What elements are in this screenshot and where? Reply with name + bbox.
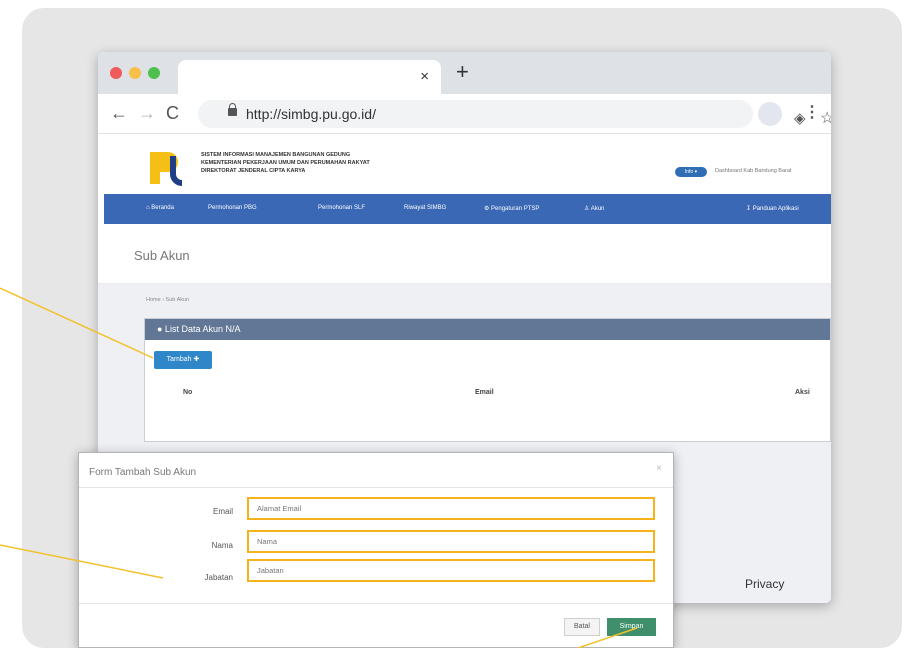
address-bar[interactable]: http://simbg.pu.go.id/ ◈ ☆: [198, 100, 831, 128]
tab-bar: × +: [98, 52, 831, 94]
add-sub-account-button[interactable]: Tambah ✚: [154, 351, 212, 369]
nav-item-panduan[interactable]: ↧ Panduan Aplikasi: [746, 205, 799, 212]
forward-arrow-icon[interactable]: →: [138, 103, 156, 123]
name-label: Nama: [211, 541, 233, 550]
user-label: Dashboard Kab Bandung Barat: [715, 168, 792, 174]
account-list-card: ● List Data Akun N/A Tambah ✚ No Email A…: [144, 318, 831, 442]
new-tab-icon[interactable]: +: [456, 61, 469, 83]
page-subheader: Sub Akun: [98, 224, 831, 284]
table-header: No Email Aksi: [145, 379, 830, 407]
lock-icon: [228, 103, 237, 116]
site-name-line: KEMENTERIAN PEKERJAAN UMUM DAN PERUMAHAN…: [201, 160, 370, 166]
pupr-logo: [150, 152, 182, 186]
modal-close-icon[interactable]: ×: [656, 463, 662, 474]
site-name-line: SISTEM INFORMASI MANAJEMEN BANGUNAN GEDU…: [201, 152, 351, 158]
card-title: ● List Data Akun N/A: [157, 324, 241, 334]
position-field[interactable]: [247, 559, 655, 582]
profile-avatar[interactable]: [758, 102, 782, 126]
email-field[interactable]: [247, 497, 655, 520]
modal-title: Form Tambah Sub Akun: [89, 467, 197, 478]
column-header-aksi: Aksi: [795, 389, 810, 396]
minimize-window-button[interactable]: [129, 67, 141, 79]
close-window-button[interactable]: [110, 67, 122, 79]
modal-footer-divider: [79, 603, 673, 604]
privacy-link[interactable]: Privacy: [745, 577, 784, 591]
cancel-button[interactable]: Batal: [564, 618, 600, 636]
nav-item-riwayat[interactable]: Riwayat SIMBG: [404, 205, 446, 211]
nav-item-permohonan-pbg[interactable]: Permohonan PBG: [208, 205, 257, 211]
nav-item-permohonan-slf[interactable]: Permohonan SLF: [318, 205, 365, 211]
nav-item-akun[interactable]: ♙ Akun: [584, 205, 604, 212]
column-header-no: No: [183, 389, 193, 396]
url-text[interactable]: http://simbg.pu.go.id/: [246, 106, 376, 122]
browser-tab[interactable]: ×: [178, 60, 441, 94]
site-name-line: DIREKTORAT JENDERAL CIPTA KARYA: [201, 168, 306, 174]
maximize-window-button[interactable]: [148, 67, 160, 79]
nav-item-beranda[interactable]: ⌂ Beranda: [146, 205, 174, 211]
info-dropdown[interactable]: Info ▾: [675, 167, 707, 177]
bookmark-star-icon[interactable]: ☆: [820, 108, 831, 128]
nav-item-pengaturan[interactable]: ⚙ Pengaturan PTSP: [484, 205, 539, 212]
breadcrumb[interactable]: Home › Sub Akun: [146, 297, 189, 303]
save-button[interactable]: Simpan: [607, 618, 656, 636]
name-field[interactable]: [247, 530, 655, 553]
modal-divider: [79, 487, 673, 488]
site-header: SISTEM INFORMASI MANAJEMEN BANGUNAN GEDU…: [98, 134, 831, 194]
card-header: ● List Data Akun N/A: [145, 319, 830, 340]
site-name: SISTEM INFORMASI MANAJEMEN BANGUNAN GEDU…: [201, 151, 370, 175]
add-sub-account-modal: Form Tambah Sub Akun × Email Nama Jabata…: [78, 452, 674, 648]
main-navbar: ⌂ Beranda Permohonan PBG Permohonan SLF …: [104, 194, 831, 224]
back-arrow-icon[interactable]: ←: [110, 103, 128, 123]
page-title: Sub Akun: [134, 248, 190, 263]
browser-toolbar: ← → C http://simbg.pu.go.id/ ◈ ☆ ⋮: [98, 94, 831, 134]
email-label: Email: [212, 507, 233, 516]
column-header-email: Email: [475, 389, 494, 396]
browser-menu-icon[interactable]: ⋮: [804, 102, 820, 122]
tab-close-icon[interactable]: ×: [420, 68, 429, 85]
reload-icon[interactable]: C: [166, 103, 179, 123]
position-label: Jabatan: [204, 573, 233, 582]
